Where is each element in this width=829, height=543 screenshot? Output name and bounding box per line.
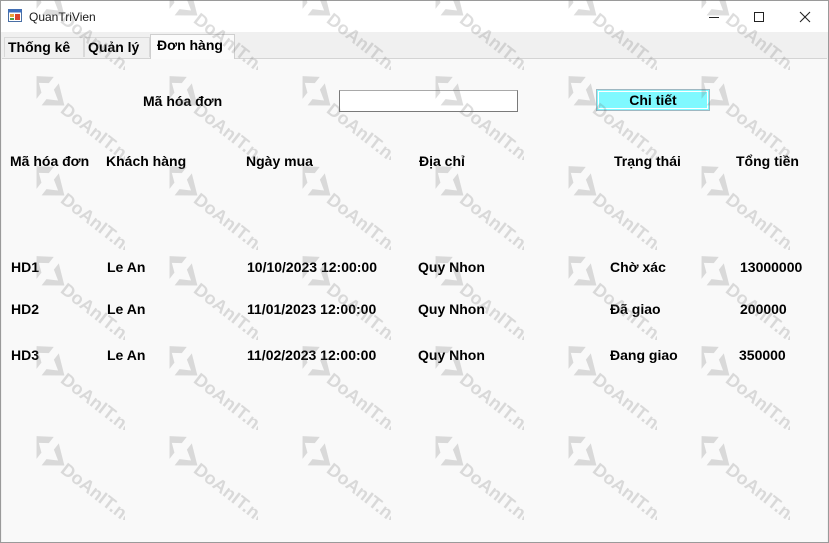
invoice-id-input[interactable]: [339, 90, 518, 112]
maximize-icon: [754, 11, 764, 22]
column-header-total: Tổng tiền: [736, 153, 799, 169]
column-header-invoice-id: Mã hóa đơn: [10, 153, 90, 169]
tab-thong-ke[interactable]: Thống kê: [4, 37, 84, 57]
cell-customer: Le An: [107, 301, 146, 317]
cell-invoice-id: HD2: [11, 301, 40, 317]
column-header-status: Trạng thái: [614, 153, 681, 169]
close-button[interactable]: [782, 1, 828, 32]
cell-date: 11/02/2023 12:00:00: [247, 347, 377, 363]
title-bar[interactable]: QuanTriVien: [1, 1, 828, 32]
cell-date: 11/01/2023 12:00:00: [247, 301, 377, 317]
tab-strip: Thống kê Quản lý Đơn hàng: [1, 32, 828, 59]
cell-customer: Le An: [107, 347, 146, 363]
app-icon: [8, 9, 22, 22]
cell-total: 350000: [739, 347, 786, 363]
close-icon: [799, 11, 811, 22]
orders-tab-panel: [2, 58, 827, 542]
cell-total: 200000: [740, 301, 787, 317]
cell-address: Quy Nhon: [418, 301, 485, 317]
cell-status: Đang giao: [610, 347, 678, 363]
cell-address: Quy Nhon: [418, 347, 485, 363]
minimize-icon: [709, 16, 719, 18]
detail-button[interactable]: Chi tiết: [596, 89, 710, 111]
maximize-button[interactable]: [736, 1, 782, 32]
cell-date: 10/10/2023 12:00:00: [247, 259, 377, 275]
column-header-address: Địa chỉ: [419, 153, 465, 169]
minimize-button[interactable]: [691, 1, 737, 32]
app-window: QuanTriVien Thống kê Quản lý Đơn hàng Mã…: [0, 0, 829, 543]
cell-status: Đã giao: [610, 301, 661, 317]
column-header-date: Ngày mua: [246, 153, 313, 169]
cell-invoice-id: HD1: [11, 259, 40, 275]
tab-quan-ly[interactable]: Quản lý: [84, 37, 150, 57]
cell-invoice-id: HD3: [11, 347, 40, 363]
cell-status: Chờ xác: [610, 259, 666, 275]
window-title: QuanTriVien: [29, 10, 96, 24]
cell-customer: Le An: [107, 259, 146, 275]
invoice-id-label: Mã hóa đơn: [143, 93, 223, 109]
cell-address: Quy Nhon: [418, 259, 485, 275]
cell-total: 13000000: [740, 259, 803, 275]
column-header-customer: Khách hàng: [106, 153, 187, 169]
tab-don-hang[interactable]: Đơn hàng: [150, 34, 235, 59]
